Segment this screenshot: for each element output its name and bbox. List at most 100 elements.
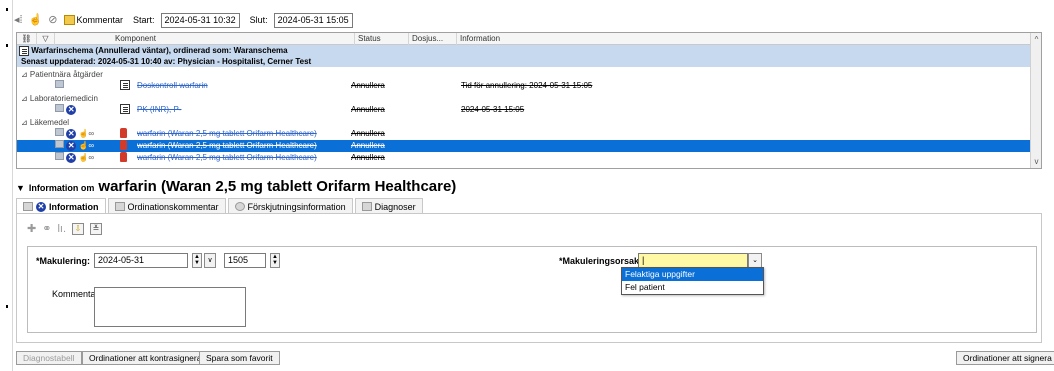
- end-label: Slut:: [249, 15, 268, 25]
- makuleringsorsak-label: *Makuleringsorsak:: [559, 256, 643, 266]
- medication-icon: [120, 140, 127, 150]
- option-felaktiga-uppgifter[interactable]: Felaktiga uppgifter: [622, 268, 763, 281]
- table-row[interactable]: ✕ ☝∞ warfarin (Waran 2,5 mg tablett Orif…: [17, 128, 1031, 140]
- info-tabs: ✕ Information Ordinationskommentar Försk…: [16, 198, 425, 214]
- checkbox-icon[interactable]: [55, 140, 64, 148]
- collapse-icon[interactable]: ▼: [16, 183, 25, 193]
- component-name[interactable]: warfarin (Waran 2,5 mg tablett Orifarm H…: [137, 128, 317, 140]
- link-icon[interactable]: ⛓: [17, 33, 37, 45]
- kontrasignera-button[interactable]: Ordinationer att kontrasignera: [82, 351, 209, 365]
- order-grid: ⛓ ▽ Komponent Status Dosjus... Informati…: [16, 32, 1042, 169]
- table-row-selected[interactable]: ✕ ☝∞ warfarin (Waran 2,5 mg tablett Orif…: [17, 140, 1031, 152]
- column-header-component[interactable]: Komponent: [55, 33, 355, 45]
- detail-toolbar: ✚ ⚭ lı. ⇩ ≚: [27, 222, 102, 235]
- tab-information[interactable]: ✕ Information: [16, 198, 106, 214]
- component-name[interactable]: PK (INR), P-: [137, 104, 181, 116]
- info-title: warfarin (Waran 2,5 mg tablett Orifarm H…: [98, 178, 457, 195]
- hand-icon[interactable]: ☝: [29, 14, 43, 26]
- clock-tab-icon: [234, 202, 245, 211]
- makulering-time-field[interactable]: 1505: [224, 253, 266, 268]
- cancel-badge-icon: ✕: [66, 129, 77, 139]
- gutter-mark: [6, 8, 8, 11]
- table-row[interactable]: Doskontroll warfarin Annullera Tid för a…: [17, 80, 1031, 92]
- cancel-badge-icon: ✕: [36, 201, 46, 212]
- tab-label: Ordinationskommentar: [127, 201, 219, 212]
- gutter-mark: [6, 44, 8, 47]
- tab-label: Information: [49, 201, 99, 212]
- tab-ordinationskommentar[interactable]: Ordinationskommentar: [107, 198, 226, 214]
- form-box: *Makulering: 2024-05-31 ▲ ▼ ∨ 1505 ▲ ▼ *Ma…: [27, 246, 1037, 333]
- end-datetime-field[interactable]: 2024-05-31 15:05: [273, 12, 353, 28]
- column-header-dosage[interactable]: Dosjus...: [409, 33, 457, 45]
- group-row-lakemedel[interactable]: ⊿ Läkemedel: [17, 117, 1031, 128]
- information-cell: Tid för annullering: 2024-05-31 15:05: [461, 81, 593, 90]
- component-name[interactable]: warfarin (Waran 2,5 mg tablett Orifarm H…: [137, 152, 317, 164]
- diagnosis-tab-icon: [361, 202, 372, 211]
- signera-button[interactable]: Ordinationer att signera: [956, 351, 1054, 365]
- link-chain-icon: ☝∞: [78, 141, 95, 150]
- left-gutter: [0, 0, 13, 371]
- column-header-information[interactable]: Information: [457, 33, 1031, 45]
- group-label: ⊿ Läkemedel: [21, 118, 70, 127]
- makulering-date-field[interactable]: 2024-05-31: [94, 253, 188, 268]
- comment-button[interactable]: Kommentar: [63, 15, 124, 25]
- status-cell: Annullera: [351, 81, 385, 90]
- information-cell: 2024-05-31 15:05: [461, 105, 525, 114]
- start-label: Start:: [133, 15, 155, 25]
- note-icon: [63, 15, 75, 25]
- order-doc-icon: [120, 104, 130, 114]
- info-tab-icon: [23, 202, 33, 211]
- column-header-status[interactable]: Status: [355, 33, 409, 45]
- comment-label: Kommentar: [76, 15, 124, 25]
- double-chevron-icon[interactable]: ≚: [90, 222, 102, 235]
- component-name[interactable]: warfarin (Waran 2,5 mg tablett Orifarm H…: [137, 140, 317, 152]
- group-row-laboratoriemedicin[interactable]: ⊿ Laboratoriemedicin: [17, 93, 1031, 104]
- link-chain-icon: ☝∞: [78, 129, 95, 138]
- tab-content-information: ✚ ⚭ lı. ⇩ ≚ *Makulering: 2024-05-31 ▲ ▼ ∨…: [16, 213, 1042, 343]
- time-spinner[interactable]: ▲ ▼: [270, 253, 280, 268]
- date-spinner[interactable]: ▲ ▼: [192, 253, 202, 268]
- arrow-down-icon[interactable]: ⇩: [72, 222, 84, 235]
- cancel-badge-icon: ✕: [66, 105, 77, 115]
- table-row[interactable]: ✕ PK (INR), P- Annullera 2024-05-31 15:0…: [17, 104, 1031, 116]
- group-row-patientnara[interactable]: ⊿ Patientnära åtgärder: [17, 69, 1031, 80]
- chevron-down-icon[interactable]: ⌄: [748, 253, 762, 268]
- medication-icon: [120, 128, 127, 138]
- filter-icon[interactable]: ▽: [37, 33, 55, 45]
- order-doc-icon: [120, 80, 130, 90]
- checkbox-icon[interactable]: [55, 152, 64, 160]
- diagnostabell-button[interactable]: Diagnostabell: [16, 351, 82, 365]
- checkbox-icon[interactable]: [55, 128, 64, 136]
- schema-header-row[interactable]: Warfarinschema (Annullerad väntar), ordi…: [17, 45, 1031, 67]
- scroll-down-icon[interactable]: v: [1031, 157, 1041, 166]
- status-cell: Annullera: [351, 153, 385, 162]
- tab-forskjutningsinformation[interactable]: Förskjutningsinformation: [227, 198, 353, 214]
- cancel-icon[interactable]: ⊘: [48, 14, 57, 26]
- comment-tab-icon: [114, 202, 125, 211]
- date-dropdown-button[interactable]: ∨: [204, 253, 216, 268]
- tab-label: Förskjutningsinformation: [247, 201, 346, 212]
- grid-scrollbar[interactable]: ^ v: [1030, 33, 1041, 168]
- schema-title: Warfarinschema (Annullerad väntar), ordi…: [31, 46, 288, 55]
- gutter-mark: [6, 305, 8, 308]
- component-name[interactable]: Doskontroll warfarin: [137, 80, 208, 92]
- makuleringsorsak-select[interactable]: |: [638, 253, 748, 268]
- link-icon[interactable]: ⚭: [42, 222, 51, 235]
- status-cell: Annullera: [351, 141, 385, 150]
- spara-favorit-button[interactable]: Spara som favorit: [199, 351, 280, 365]
- checkbox-icon[interactable]: [55, 104, 64, 112]
- link-chain-icon: ☝∞: [78, 153, 95, 162]
- table-row[interactable]: ✕ ☝∞ warfarin (Waran 2,5 mg tablett Orif…: [17, 152, 1031, 164]
- chart-icon[interactable]: lı.: [57, 223, 66, 235]
- scroll-up-icon[interactable]: ^: [1031, 35, 1041, 44]
- info-prefix: Information om: [28, 183, 95, 193]
- kommentar-textarea[interactable]: [94, 287, 246, 327]
- checkbox-icon[interactable]: [55, 80, 64, 88]
- top-toolbar: ◂⁞ ☝ ⊘ Kommentar Start: 2024-05-31 10:32…: [14, 12, 353, 28]
- tab-diagnoser[interactable]: Diagnoser: [354, 198, 423, 214]
- start-datetime-field[interactable]: 2024-05-31 10:32: [160, 12, 240, 28]
- option-fel-patient[interactable]: Fel patient: [622, 281, 763, 294]
- makulering-label: *Makulering:: [36, 256, 91, 266]
- sort-icon[interactable]: ◂⁞: [14, 14, 23, 26]
- add-icon[interactable]: ✚: [27, 222, 36, 235]
